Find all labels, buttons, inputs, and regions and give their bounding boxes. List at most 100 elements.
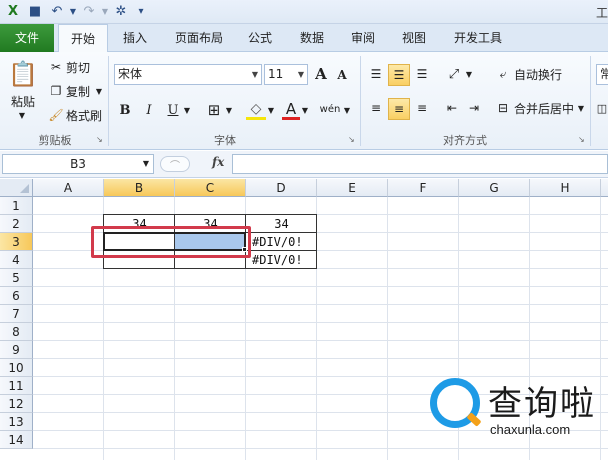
tab-formulas[interactable]: 公式 bbox=[240, 24, 280, 52]
scissors-icon[interactable]: ✂ bbox=[48, 58, 64, 76]
tab-developer[interactable]: 开发工具 bbox=[446, 24, 510, 52]
paste-icon[interactable]: 📋 bbox=[6, 56, 40, 92]
format-painter-icon[interactable]: 🖌 bbox=[48, 106, 64, 124]
grow-font-button[interactable]: A bbox=[312, 64, 330, 84]
align-middle-icon[interactable]: ☰ bbox=[388, 64, 410, 86]
row-header-7[interactable]: 7 bbox=[0, 305, 33, 323]
tab-review[interactable]: 审阅 bbox=[343, 24, 383, 52]
paste-button[interactable]: 粘贴 bbox=[6, 92, 40, 110]
alignment-launcher-icon[interactable]: ↘ bbox=[578, 135, 587, 144]
row-header-10[interactable]: 10 bbox=[0, 359, 33, 377]
merge-center-button[interactable]: 合并后居中 bbox=[514, 98, 576, 118]
borders-dropdown-icon[interactable]: ▼ bbox=[224, 100, 234, 120]
toolbar-menu-icon[interactable]: ▾ bbox=[132, 3, 150, 20]
font-size-select[interactable]: 11 ▼ bbox=[264, 64, 308, 85]
tab-view[interactable]: 视图 bbox=[394, 24, 434, 52]
borders-icon[interactable]: ⊞ bbox=[204, 100, 224, 120]
tab-page-layout[interactable]: 页面布局 bbox=[166, 24, 232, 52]
phonetic-guide-button[interactable]: wén bbox=[318, 98, 342, 120]
decrease-indent-icon[interactable]: ⇤ bbox=[442, 98, 462, 118]
row-header-2[interactable]: 2 bbox=[0, 215, 33, 233]
table-border bbox=[103, 214, 317, 215]
font-name-value: 宋体 bbox=[118, 67, 143, 81]
column-header-b[interactable]: B bbox=[104, 179, 175, 197]
column-header-h[interactable]: H bbox=[530, 179, 601, 197]
row-header-5[interactable]: 5 bbox=[0, 269, 33, 287]
magnifier-logo-icon bbox=[430, 378, 480, 428]
insert-function-button[interactable]: fx bbox=[212, 155, 224, 169]
copy-button[interactable]: 复制 bbox=[66, 82, 96, 100]
font-group-label: 字体 bbox=[214, 134, 236, 147]
save-icon[interactable]: ■ bbox=[26, 3, 44, 20]
formula-input[interactable] bbox=[232, 154, 608, 174]
chevron-down-icon: ▼ bbox=[142, 159, 149, 168]
fill-color-icon[interactable]: ◇ bbox=[246, 100, 266, 120]
tab-data[interactable]: 数据 bbox=[292, 24, 332, 52]
clipboard-launcher-icon[interactable]: ↘ bbox=[96, 135, 105, 144]
merge-dropdown-icon[interactable]: ▼ bbox=[576, 98, 586, 118]
tab-file[interactable]: 文件 bbox=[0, 24, 54, 52]
row-header-13[interactable]: 13 bbox=[0, 413, 33, 431]
currency-icon[interactable]: ◫ bbox=[596, 98, 608, 118]
formula-bar-toggle[interactable]: ⌒ bbox=[160, 156, 190, 172]
select-all-corner[interactable] bbox=[0, 179, 33, 197]
customize-icon[interactable]: ✲ bbox=[112, 3, 130, 20]
formula-bar: B3 ▼ ⌒ fx bbox=[0, 151, 608, 178]
clipboard-group-label: 剪贴板 bbox=[38, 134, 72, 147]
watermark-logo: 查询啦 chaxunla.com bbox=[430, 378, 608, 440]
font-color-button[interactable]: A bbox=[282, 100, 300, 120]
row-header-1[interactable]: 1 bbox=[0, 197, 33, 215]
merge-center-icon[interactable]: ⊟ bbox=[494, 98, 512, 118]
number-format-select[interactable]: 常 bbox=[596, 64, 608, 85]
column-header-g[interactable]: G bbox=[459, 179, 530, 197]
increase-indent-icon[interactable]: ⇥ bbox=[464, 98, 484, 118]
gridline bbox=[33, 322, 608, 323]
align-right-icon[interactable]: ≡ bbox=[412, 98, 432, 118]
column-header-f[interactable]: F bbox=[388, 179, 459, 197]
shrink-font-button[interactable]: A bbox=[334, 66, 350, 84]
row-header-4[interactable]: 4 bbox=[0, 251, 33, 269]
fill-color-dropdown-icon[interactable]: ▼ bbox=[266, 100, 276, 120]
row-header-9[interactable]: 9 bbox=[0, 341, 33, 359]
column-header-c[interactable]: C bbox=[175, 179, 246, 197]
watermark-domain: chaxunla.com bbox=[490, 422, 571, 437]
orientation-dropdown-icon[interactable]: ▼ bbox=[464, 64, 474, 84]
cut-button[interactable]: 剪切 bbox=[66, 58, 96, 76]
name-box[interactable]: B3 ▼ bbox=[2, 154, 154, 174]
copy-dropdown-icon[interactable]: ▼ bbox=[94, 82, 104, 100]
row-header-14[interactable]: 14 bbox=[0, 431, 33, 449]
underline-dropdown-icon[interactable]: ▼ bbox=[182, 100, 192, 120]
column-header-e[interactable]: E bbox=[317, 179, 388, 197]
chevron-down-icon: ▼ bbox=[251, 70, 258, 79]
row-header-12[interactable]: 12 bbox=[0, 395, 33, 413]
wrap-text-button[interactable]: 自动换行 bbox=[514, 64, 568, 84]
tab-home[interactable]: 开始 bbox=[58, 24, 108, 53]
column-header-d[interactable]: D bbox=[246, 179, 317, 197]
font-name-select[interactable]: 宋体 ▼ bbox=[114, 64, 262, 85]
format-painter-button[interactable]: 格式刷 bbox=[66, 106, 106, 124]
bold-button[interactable]: B bbox=[116, 100, 134, 120]
phonetic-dropdown-icon[interactable]: ▼ bbox=[342, 100, 352, 120]
italic-button[interactable]: I bbox=[140, 100, 158, 120]
number-format-value: 常 bbox=[600, 67, 608, 81]
wrap-text-icon[interactable]: ⤶ bbox=[494, 64, 512, 84]
orientation-icon[interactable]: ⤢ bbox=[444, 64, 464, 84]
column-header-a[interactable]: A bbox=[33, 179, 104, 197]
underline-button[interactable]: U bbox=[164, 100, 182, 120]
row-header-6[interactable]: 6 bbox=[0, 287, 33, 305]
row-header-3[interactable]: 3 bbox=[0, 233, 33, 251]
font-color-dropdown-icon[interactable]: ▼ bbox=[300, 100, 310, 120]
row-header-8[interactable]: 8 bbox=[0, 323, 33, 341]
alignment-group-label: 对齐方式 bbox=[443, 134, 487, 147]
paste-dropdown-icon[interactable]: ▼ bbox=[14, 110, 30, 120]
tab-insert[interactable]: 插入 bbox=[112, 24, 158, 52]
ribbon-separator bbox=[360, 56, 361, 146]
font-launcher-icon[interactable]: ↘ bbox=[348, 135, 357, 144]
column-header-partial[interactable] bbox=[601, 179, 608, 197]
align-bottom-icon[interactable]: ☰ bbox=[412, 64, 432, 84]
align-center-icon[interactable]: ≡ bbox=[388, 98, 410, 120]
align-left-icon[interactable]: ≡ bbox=[366, 98, 386, 118]
copy-icon[interactable]: ❐ bbox=[48, 82, 64, 100]
row-header-11[interactable]: 11 bbox=[0, 377, 33, 395]
align-top-icon[interactable]: ☰ bbox=[366, 64, 386, 84]
